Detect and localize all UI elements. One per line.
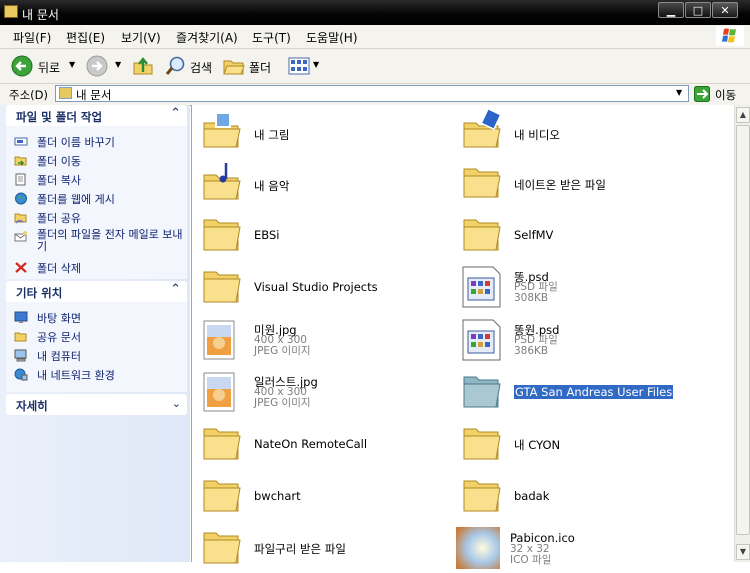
folder-icon (203, 532, 241, 564)
search-button[interactable]: 검색 (190, 59, 212, 76)
collapse-chevron-icon[interactable]: ⌃ (170, 282, 181, 297)
go-button[interactable]: 이동 (715, 87, 736, 103)
network-icon (14, 368, 28, 381)
list-item[interactable]: 내 음악 (200, 161, 440, 207)
folders-icon[interactable] (223, 56, 245, 76)
list-item[interactable]: 내 비디오 (460, 109, 700, 155)
list-item[interactable]: NateOn RemoteCall (200, 423, 440, 469)
views-icon[interactable] (288, 57, 312, 75)
panel-title: 기타 위치 (16, 286, 63, 300)
list-item[interactable]: SelfMV (460, 214, 700, 260)
list-item[interactable]: 똥.psd PSD 파일 308KB (460, 266, 700, 312)
copy-icon (15, 173, 26, 186)
file-folder-tasks-panel: 폴더 이름 바꾸기 폴더 이동 폴더 복사 폴더를 웹에 게시 폴더 공유 폴더… (6, 126, 187, 279)
task-pane: 파일 및 폴더 작업 ⌃ 폴더 이름 바꾸기 폴더 이동 폴더 복사 폴더를 웹… (0, 105, 190, 562)
ico-file-icon (456, 527, 500, 569)
desktop-icon (14, 311, 28, 323)
jpeg-file-icon (203, 372, 235, 412)
back-arrow-icon[interactable] (11, 55, 33, 77)
list-item[interactable]: badak (460, 475, 700, 521)
search-icon[interactable] (164, 54, 188, 78)
maximize-button[interactable]: □ (685, 2, 711, 18)
folders-button[interactable]: 폴더 (249, 59, 271, 76)
list-item[interactable]: 일러스트.jpg 400 x 300 JPEG 이미지 (200, 371, 440, 417)
details-header[interactable]: 자세히 ⌄ (6, 394, 187, 415)
globe-icon (15, 192, 27, 205)
delete-x-icon (15, 262, 27, 273)
menu-bar: 파일(F) 편집(E) 보기(V) 즐겨찾기(A) 도구(T) 도움말(H) (0, 25, 750, 49)
folder-icon (463, 480, 501, 512)
list-item[interactable]: Visual Studio Projects (200, 266, 440, 312)
back-button[interactable]: 뒤로 (38, 59, 60, 76)
collapse-chevron-icon[interactable]: ⌃ (170, 106, 181, 121)
forward-arrow-icon[interactable] (86, 55, 108, 77)
minimize-button[interactable]: ▁ (658, 2, 684, 18)
go-arrow-icon[interactable] (694, 86, 710, 102)
list-item[interactable]: 내 CYON (460, 423, 700, 469)
folder-icon (463, 168, 501, 198)
shared-folder-icon (14, 332, 27, 342)
folder-icon (463, 219, 501, 251)
list-item[interactable]: 파일구리 받은 파일 (200, 527, 440, 573)
address-dropdown-icon[interactable]: ▼ (676, 88, 682, 97)
computer-icon (14, 349, 27, 362)
rename-icon (14, 137, 28, 146)
folder-icon (203, 271, 241, 303)
file-folder-tasks-header[interactable]: 파일 및 폴더 작업 ⌃ (6, 105, 187, 126)
folder-icon (463, 428, 501, 460)
email-icon (14, 231, 27, 242)
menu-view[interactable]: 보기(V) (121, 29, 161, 46)
list-item-selected[interactable]: GTA San Andreas User Files (460, 371, 700, 417)
folder-icon (463, 376, 501, 408)
menu-help[interactable]: 도움말(H) (306, 29, 358, 46)
folder-icon (203, 219, 241, 251)
toolbar: 뒤로 ▼ ▼ 검색 폴더 ▼ (0, 49, 750, 84)
windows-logo-icon (716, 26, 744, 46)
list-item[interactable]: 내 그림 (200, 109, 440, 155)
expand-chevron-icon[interactable]: ⌄ (172, 397, 181, 410)
list-item[interactable]: Pabicon.ico 32 x 32 ICO 파일 (456, 527, 696, 573)
move-folder-icon (14, 156, 27, 166)
menu-file[interactable]: 파일(F) (13, 29, 51, 46)
video-folder-icon (463, 109, 502, 148)
close-button[interactable]: ✕ (712, 2, 738, 18)
up-folder-icon[interactable] (132, 55, 154, 77)
jpeg-file-icon (203, 320, 235, 360)
back-dropdown-icon[interactable]: ▼ (69, 60, 75, 69)
list-item[interactable]: 네이트온 받은 파일 (460, 161, 700, 207)
vertical-scrollbar[interactable]: ▲ ▼ (734, 105, 750, 562)
views-dropdown-icon[interactable]: ▼ (313, 60, 319, 69)
pictures-folder-icon (203, 112, 241, 148)
window-title: 내 문서 (22, 8, 59, 22)
music-folder-icon (203, 163, 241, 200)
share-folder-icon (14, 213, 27, 224)
list-item[interactable]: EBSi (200, 214, 440, 260)
address-input[interactable]: 내 문서 ▼ (55, 85, 689, 102)
scroll-down-button[interactable]: ▼ (736, 544, 750, 560)
list-item[interactable]: 똥원.psd PSD 파일 386KB (460, 319, 700, 365)
other-places-header[interactable]: 기타 위치 ⌃ (6, 281, 187, 302)
panel-title: 파일 및 폴더 작업 (16, 110, 103, 124)
psd-file-icon (462, 319, 501, 361)
menu-favorites[interactable]: 즐겨찾기(A) (176, 29, 238, 46)
psd-file-icon (462, 266, 501, 308)
my-documents-icon (4, 5, 18, 18)
file-list: 내 그림 내 비디오 내 음악 네이트온 받은 파일 EBSi SelfMV V… (191, 105, 735, 569)
address-value: 내 문서 (76, 88, 112, 102)
other-places-panel: 바탕 화면 공유 문서 내 컴퓨터 내 네트워크 환경 (6, 302, 187, 392)
folder-icon (203, 428, 241, 460)
address-label: 주소(D) (9, 88, 48, 102)
forward-dropdown-icon[interactable]: ▼ (115, 60, 121, 69)
list-item[interactable]: 미원.jpg 400 x 300 JPEG 이미지 (200, 319, 440, 365)
list-item[interactable]: bwchart (200, 475, 440, 521)
my-documents-icon (59, 87, 72, 99)
folder-icon (203, 480, 241, 512)
scroll-thumb[interactable] (736, 125, 750, 535)
title-bar[interactable]: 내 문서 ▁ □ ✕ (0, 0, 750, 25)
panel-title: 자세히 (16, 399, 48, 413)
menu-tools[interactable]: 도구(T) (252, 29, 291, 46)
scroll-up-button[interactable]: ▲ (736, 107, 750, 123)
menu-edit[interactable]: 편집(E) (66, 29, 105, 46)
